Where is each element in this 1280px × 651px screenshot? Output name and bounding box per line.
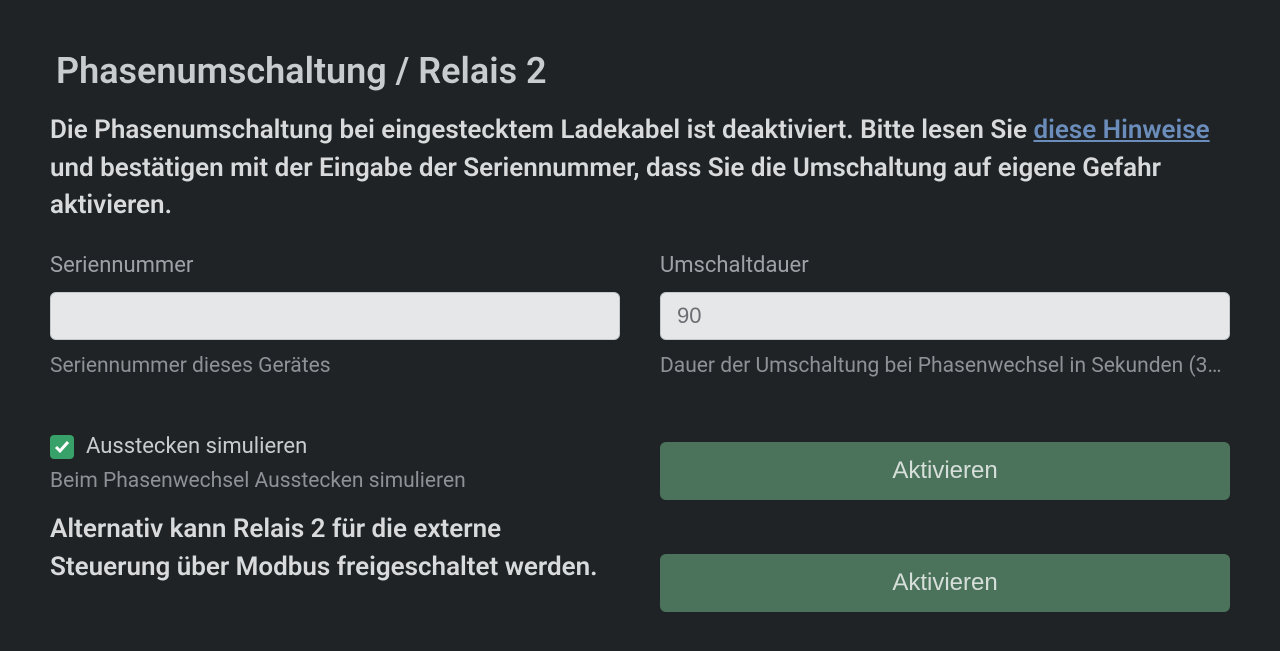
serial-label: Seriennummer [50, 253, 620, 278]
phase-switch-description: Die Phasenumschaltung bei eingestecktem … [50, 112, 1230, 225]
form-row: Seriennummer Seriennummer dieses Gerätes… [50, 253, 1230, 612]
duration-label: Umschaltdauer [660, 253, 1230, 278]
left-column: Seriennummer Seriennummer dieses Gerätes… [50, 253, 620, 612]
simulate-unplug-checkbox[interactable] [50, 435, 74, 459]
simulate-unplug-help: Beim Phasenwechsel Ausstecken simulieren [50, 469, 620, 493]
description-text-after: und bestätigen mit der Eingabe der Serie… [50, 153, 1161, 221]
simulate-unplug-label: Ausstecken simulieren [86, 434, 307, 459]
page-title: Phasenumschaltung / Relais 2 [56, 50, 1230, 92]
relay2-alt-text: Alternativ kann Relais 2 für die externe… [50, 511, 620, 586]
serial-input[interactable] [50, 292, 620, 340]
serial-help: Seriennummer dieses Gerätes [50, 354, 620, 378]
checkmark-icon [54, 439, 70, 455]
right-column: Umschaltdauer Dauer der Umschaltung bei … [660, 253, 1230, 612]
description-text-before: Die Phasenumschaltung bei eingestecktem … [50, 115, 1033, 145]
simulate-unplug-row: Ausstecken simulieren [50, 434, 620, 459]
duration-help: Dauer der Umschaltung bei Phasenwechsel … [660, 354, 1230, 378]
activate-phase-switch-button[interactable]: Aktivieren [660, 442, 1230, 500]
duration-input[interactable] [660, 292, 1230, 340]
hints-link[interactable]: diese Hinweise [1033, 115, 1209, 145]
activate-relay2-button[interactable]: Aktivieren [660, 554, 1230, 612]
